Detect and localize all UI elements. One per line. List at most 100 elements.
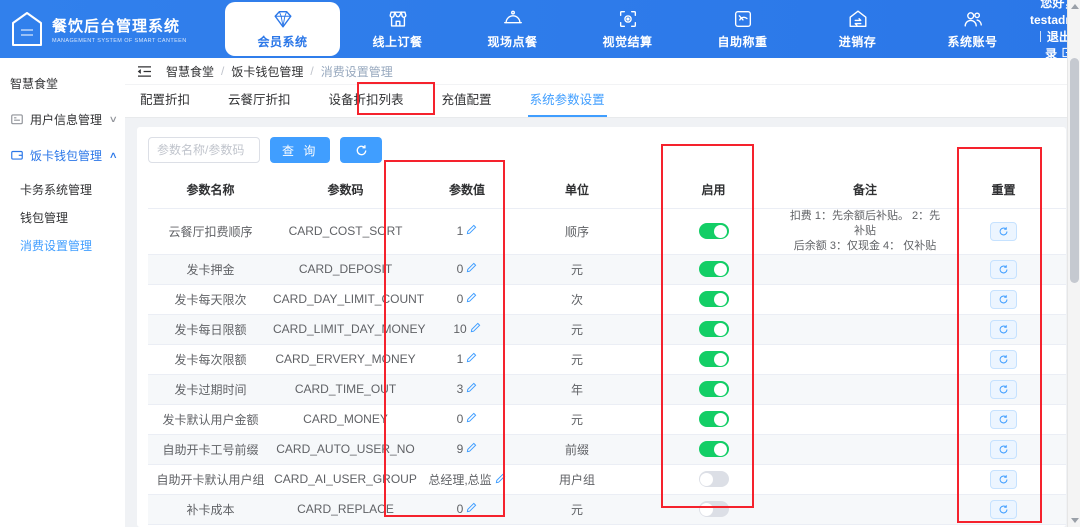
table-row: 自助开卡默认用户组CARD_AI_USER_GROUP总经理,总监用户组 <box>148 464 1066 494</box>
enable-toggle[interactable] <box>699 261 729 277</box>
param-value-cell: 3 <box>418 374 516 404</box>
toggle-knob <box>700 503 713 516</box>
nav-item-会员系统[interactable]: 会员系统 <box>225 2 340 56</box>
refresh-button[interactable] <box>340 137 382 163</box>
breadcrumb-item[interactable]: 智慧食堂 <box>166 63 214 80</box>
sidebar-item-smart-canteen[interactable]: 智慧食堂 <box>0 68 125 98</box>
tab-云餐厅折扣[interactable]: 云餐厅折扣 <box>228 89 291 117</box>
canteen-logo-icon <box>10 10 44 48</box>
edit-pencil-icon[interactable] <box>470 322 481 333</box>
param-value-cell: 0 <box>418 494 516 524</box>
param-code-cell: CARD_AI_USER_GROUP <box>273 464 418 494</box>
query-button[interactable]: 查 询 <box>270 137 330 163</box>
nav-label: 进销存 <box>839 33 877 50</box>
param-value-text: 0 <box>457 292 464 306</box>
edit-pencil-icon[interactable] <box>466 412 477 423</box>
tab-配置折扣[interactable]: 配置折扣 <box>140 89 190 117</box>
edit-pencil-icon[interactable] <box>466 224 477 235</box>
content-card: 查 询 参数名称参数码参数值单位启用备注重置 云餐厅扣费顺序CARD_COST_… <box>137 127 1066 527</box>
enable-toggle[interactable] <box>699 321 729 337</box>
param-reset-cell <box>941 314 1066 344</box>
chevron-down-icon: ∨ <box>109 114 118 125</box>
param-reset-cell <box>941 404 1066 434</box>
enable-toggle[interactable] <box>699 291 729 307</box>
tab-系统参数设置[interactable]: 系统参数设置 <box>530 89 605 117</box>
tab-bar: 配置折扣 云餐厅折扣 设备折扣列表 充值配置 系统参数设置 <box>125 85 1078 118</box>
param-value-text: 9 <box>457 442 464 456</box>
nav-item-现场点餐[interactable]: 现场点餐 <box>455 0 570 58</box>
reset-button[interactable] <box>990 260 1017 279</box>
reset-button[interactable] <box>990 470 1017 489</box>
nav-label: 系统账号 <box>947 33 997 50</box>
app-logo: 餐饮后台管理系统 MANAGEMENT SYSTEM OF SMART CANT… <box>0 10 225 48</box>
param-reset-cell <box>941 284 1066 314</box>
param-remark-cell <box>789 494 941 524</box>
sidebar-item-钱包管理[interactable]: 钱包管理 <box>0 204 125 232</box>
nav-item-视觉结算[interactable]: 视觉结算 <box>570 0 685 58</box>
enable-toggle[interactable] <box>699 441 729 457</box>
param-value-text: 0 <box>457 502 464 516</box>
reset-button[interactable] <box>990 222 1017 241</box>
reset-button[interactable] <box>990 380 1017 399</box>
param-value-cell: 0 <box>418 254 516 284</box>
nav-item-进销存[interactable]: 进销存 <box>800 0 915 58</box>
column-header-参数名称: 参数名称 <box>148 172 273 208</box>
param-name-cell: 发卡押金 <box>148 254 273 284</box>
edit-pencil-icon[interactable] <box>495 473 506 484</box>
table-row: 发卡每日限额CARD_LIMIT_DAY_MONEY10元 <box>148 314 1066 344</box>
tab-设备折扣列表[interactable]: 设备折扣列表 <box>329 89 404 117</box>
enable-toggle[interactable] <box>699 223 729 239</box>
table-row: 发卡押金CARD_DEPOSIT0元 <box>148 254 1066 284</box>
vertical-scrollbar[interactable] <box>1067 0 1080 527</box>
scrollbar-down-arrow-icon[interactable] <box>1071 518 1079 523</box>
refresh-icon <box>355 144 368 157</box>
scrollbar-up-arrow-icon[interactable] <box>1071 4 1079 9</box>
param-value-text: 0 <box>457 412 464 426</box>
enable-toggle[interactable] <box>699 471 729 487</box>
param-unit-cell: 元 <box>516 254 638 284</box>
reset-button[interactable] <box>990 290 1017 309</box>
reset-button[interactable] <box>990 410 1017 429</box>
param-value-text: 0 <box>457 262 464 276</box>
reset-button[interactable] <box>990 500 1017 519</box>
enable-toggle[interactable] <box>699 411 729 427</box>
breadcrumb-item[interactable]: 饭卡钱包管理 <box>231 63 303 80</box>
param-value-text: 10 <box>453 322 466 336</box>
scrollbar-thumb[interactable] <box>1070 58 1079 283</box>
reset-button[interactable] <box>990 350 1017 369</box>
edit-pencil-icon[interactable] <box>466 382 477 393</box>
sidebar-item-卡务系统管理[interactable]: 卡务系统管理 <box>0 176 125 204</box>
enable-toggle[interactable] <box>699 501 729 517</box>
column-header-单位: 单位 <box>516 172 638 208</box>
edit-pencil-icon[interactable] <box>466 442 477 453</box>
nav-item-系统账号[interactable]: 系统账号 <box>915 0 1030 58</box>
enable-toggle[interactable] <box>699 351 729 367</box>
reset-button[interactable] <box>990 440 1017 459</box>
param-value-cell: 总经理,总监 <box>418 464 516 494</box>
sidebar-group-用户信息管理[interactable]: 用户信息管理∨ <box>0 104 125 134</box>
param-unit-cell: 前缀 <box>516 434 638 464</box>
param-code-cell: CARD_REPLACE <box>273 494 418 524</box>
param-value-cell: 9 <box>418 434 516 464</box>
sidebar-item-消费设置管理[interactable]: 消费设置管理 <box>0 232 125 260</box>
nav-item-自助称重[interactable]: 自助称重 <box>685 0 800 58</box>
warehouse-icon <box>847 8 869 30</box>
sidebar-group-饭卡钱包管理[interactable]: 饭卡钱包管理∧ <box>0 140 125 170</box>
tab-充值配置[interactable]: 充值配置 <box>442 89 492 117</box>
nav-label: 线上订餐 <box>372 33 422 50</box>
reset-icon <box>998 264 1009 275</box>
reset-button[interactable] <box>990 320 1017 339</box>
param-reset-cell <box>941 344 1066 374</box>
param-name-cell: 发卡每天限次 <box>148 284 273 314</box>
param-code-cell: CARD_COST_SORT <box>273 208 418 254</box>
search-input[interactable] <box>148 137 260 163</box>
collapse-sidebar-icon[interactable] <box>137 65 152 78</box>
enable-toggle[interactable] <box>699 381 729 397</box>
param-name-cell: 发卡过期时间 <box>148 374 273 404</box>
edit-pencil-icon[interactable] <box>466 502 477 513</box>
nav-item-线上订餐[interactable]: 线上订餐 <box>340 0 455 58</box>
edit-pencil-icon[interactable] <box>466 352 477 363</box>
edit-pencil-icon[interactable] <box>466 262 477 273</box>
edit-pencil-icon[interactable] <box>466 292 477 303</box>
param-enable-cell <box>638 464 789 494</box>
